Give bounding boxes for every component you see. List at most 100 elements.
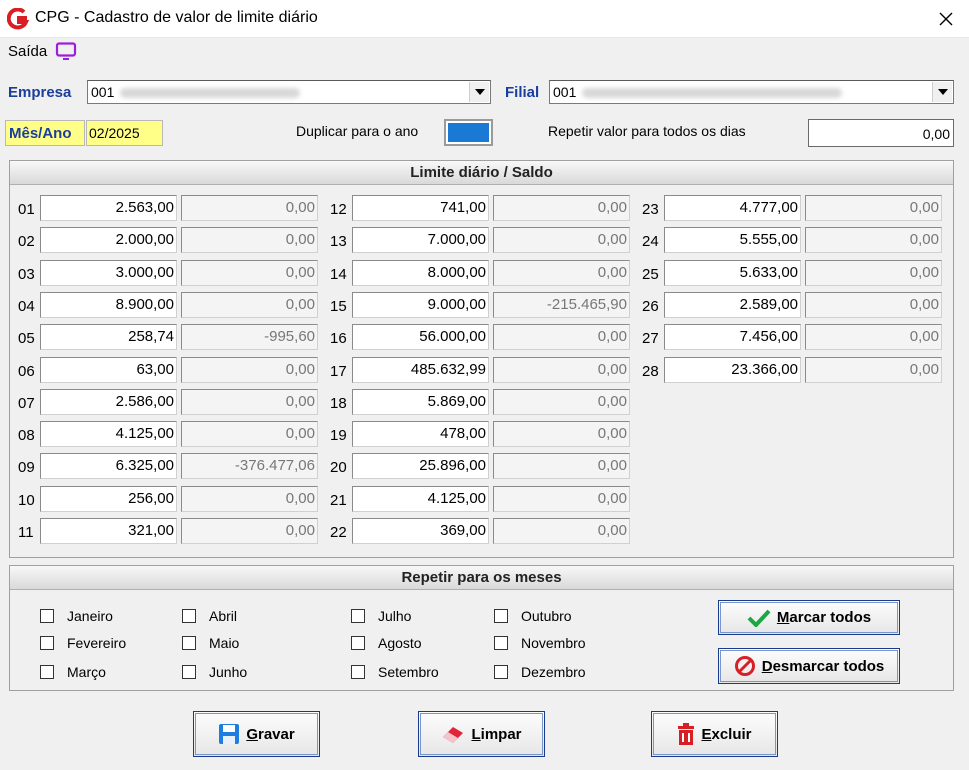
day-number: 23 [642,201,659,218]
trash-icon [678,723,695,745]
prohibited-icon [734,656,755,676]
month-checkbox[interactable]: Fevereiro [40,635,126,651]
day-limit-input[interactable]: 4.777,00 [664,195,801,221]
checkbox-box[interactable] [351,665,365,679]
day-row: 08 4.125,00 0,00 [18,421,320,448]
day-row: 04 8.900,00 0,00 [18,291,320,318]
day-limit-input[interactable]: 6.325,00 [40,453,177,480]
check-icon [747,609,771,627]
day-number: 16 [330,330,347,348]
month-checkbox[interactable]: Junho [182,664,247,680]
day-row: 02 2.000,00 0,00 [18,227,320,254]
checkbox-box[interactable] [182,636,196,650]
day-limit-input[interactable]: 4.125,00 [40,421,177,448]
day-number: 05 [18,330,35,348]
day-limit-input[interactable]: 2.000,00 [40,227,177,254]
empresa-select[interactable]: 001 [87,80,491,104]
day-limit-input[interactable]: 63,00 [40,356,177,383]
day-limit-input[interactable]: 7.456,00 [664,324,801,351]
month-checkbox[interactable]: Julho [351,608,411,624]
day-limit-input[interactable]: 23.366,00 [664,356,801,383]
day-limit-input[interactable]: 25.896,00 [352,453,489,480]
limpar-button[interactable]: Limpar [418,711,545,757]
chevron-down-icon [475,89,485,95]
marcar-todos-button[interactable]: Marcar todos [718,600,900,635]
day-limit-input[interactable]: 321,00 [40,518,177,544]
repetir-valor-label: Repetir valor para todos os dias [548,123,746,139]
day-limit-input[interactable]: 741,00 [352,195,489,221]
day-limit-input[interactable]: 369,00 [352,518,489,544]
menu-saida-label: Saída [8,42,48,60]
checkbox-box[interactable] [182,609,196,623]
empresa-label: Empresa [8,84,72,101]
day-balance-field: -995,60 [181,324,318,351]
month-checkbox[interactable]: Novembro [494,635,586,651]
month-checkbox[interactable]: Janeiro [40,608,113,624]
day-limit-input[interactable]: 256,00 [40,485,177,512]
gravar-label: Gravar [246,725,295,743]
month-label: Março [67,664,106,680]
day-limit-input[interactable]: 8.000,00 [352,259,489,286]
duplicar-ano-fill [448,123,489,142]
repetir-valor-input[interactable]: 0,00 [808,119,954,147]
day-row: 17 485.632,99 0,00 [330,356,632,383]
day-balance-field: 0,00 [181,195,318,221]
mesano-input[interactable]: 02/2025 [86,120,163,146]
menu-saida[interactable]: Saída [8,42,77,60]
month-label: Fevereiro [67,635,127,651]
month-label: Junho [209,664,248,680]
month-checkbox[interactable]: Março [40,664,106,680]
empresa-dropdown-button[interactable] [469,82,489,102]
day-limit-input[interactable]: 8.900,00 [40,291,177,318]
day-limit-input[interactable]: 485.632,99 [352,356,489,383]
month-checkbox[interactable]: Dezembro [494,664,586,680]
checkbox-box[interactable] [182,665,196,679]
day-number: 28 [642,362,659,380]
checkbox-box[interactable] [40,636,54,650]
checkbox-box[interactable] [40,609,54,623]
filial-select[interactable]: 001 [549,80,954,104]
day-limit-input[interactable]: 5.633,00 [664,259,801,286]
checkbox-box[interactable] [494,609,508,623]
checkbox-box[interactable] [351,609,365,623]
day-limit-input[interactable]: 9.000,00 [352,291,489,318]
month-checkbox[interactable]: Agosto [351,635,422,651]
day-limit-input[interactable]: 5.869,00 [352,388,489,415]
day-limit-input[interactable]: 3.000,00 [40,259,177,286]
duplicar-ano-button[interactable] [444,119,493,146]
day-limit-input[interactable]: 2.586,00 [40,388,177,415]
day-number: 09 [18,459,35,477]
checkbox-box[interactable] [351,636,365,650]
month-label: Maio [209,635,240,651]
day-balance-field: 0,00 [181,259,318,286]
day-limit-input[interactable]: 5.555,00 [664,227,801,254]
day-limit-input[interactable]: 258,74 [40,324,177,351]
day-balance-field: -215.465,90 [493,291,630,318]
desmarcar-todos-button[interactable]: Desmarcar todos [718,648,900,684]
day-row: 23 4.777,00 0,00 [642,195,944,221]
month-checkbox[interactable]: Setembro [351,664,439,680]
month-label: Agosto [378,635,422,651]
day-limit-input[interactable]: 2.563,00 [40,195,177,221]
gravar-button[interactable]: Gravar [193,711,320,757]
day-limit-input[interactable]: 478,00 [352,421,489,448]
day-row: 09 6.325,00 -376.477,06 [18,453,320,480]
day-limit-input[interactable]: 56.000,00 [352,324,489,351]
day-balance-field: 0,00 [805,356,942,383]
month-checkbox[interactable]: Maio [182,635,239,651]
checkbox-box[interactable] [494,636,508,650]
day-limit-input[interactable]: 2.589,00 [664,291,801,318]
excluir-button[interactable]: Excluir [651,711,778,757]
day-number: 14 [330,265,347,283]
day-balance-field: 0,00 [493,421,630,448]
month-checkbox[interactable]: Abril [182,608,237,624]
filial-dropdown-button[interactable] [932,82,952,102]
day-limit-input[interactable]: 4.125,00 [352,485,489,512]
checkbox-box[interactable] [40,665,54,679]
day-limit-input[interactable]: 7.000,00 [352,227,489,254]
day-number: 01 [18,201,35,218]
close-button[interactable] [923,0,969,38]
close-icon [939,12,953,26]
month-checkbox[interactable]: Outubro [494,608,572,624]
checkbox-box[interactable] [494,665,508,679]
